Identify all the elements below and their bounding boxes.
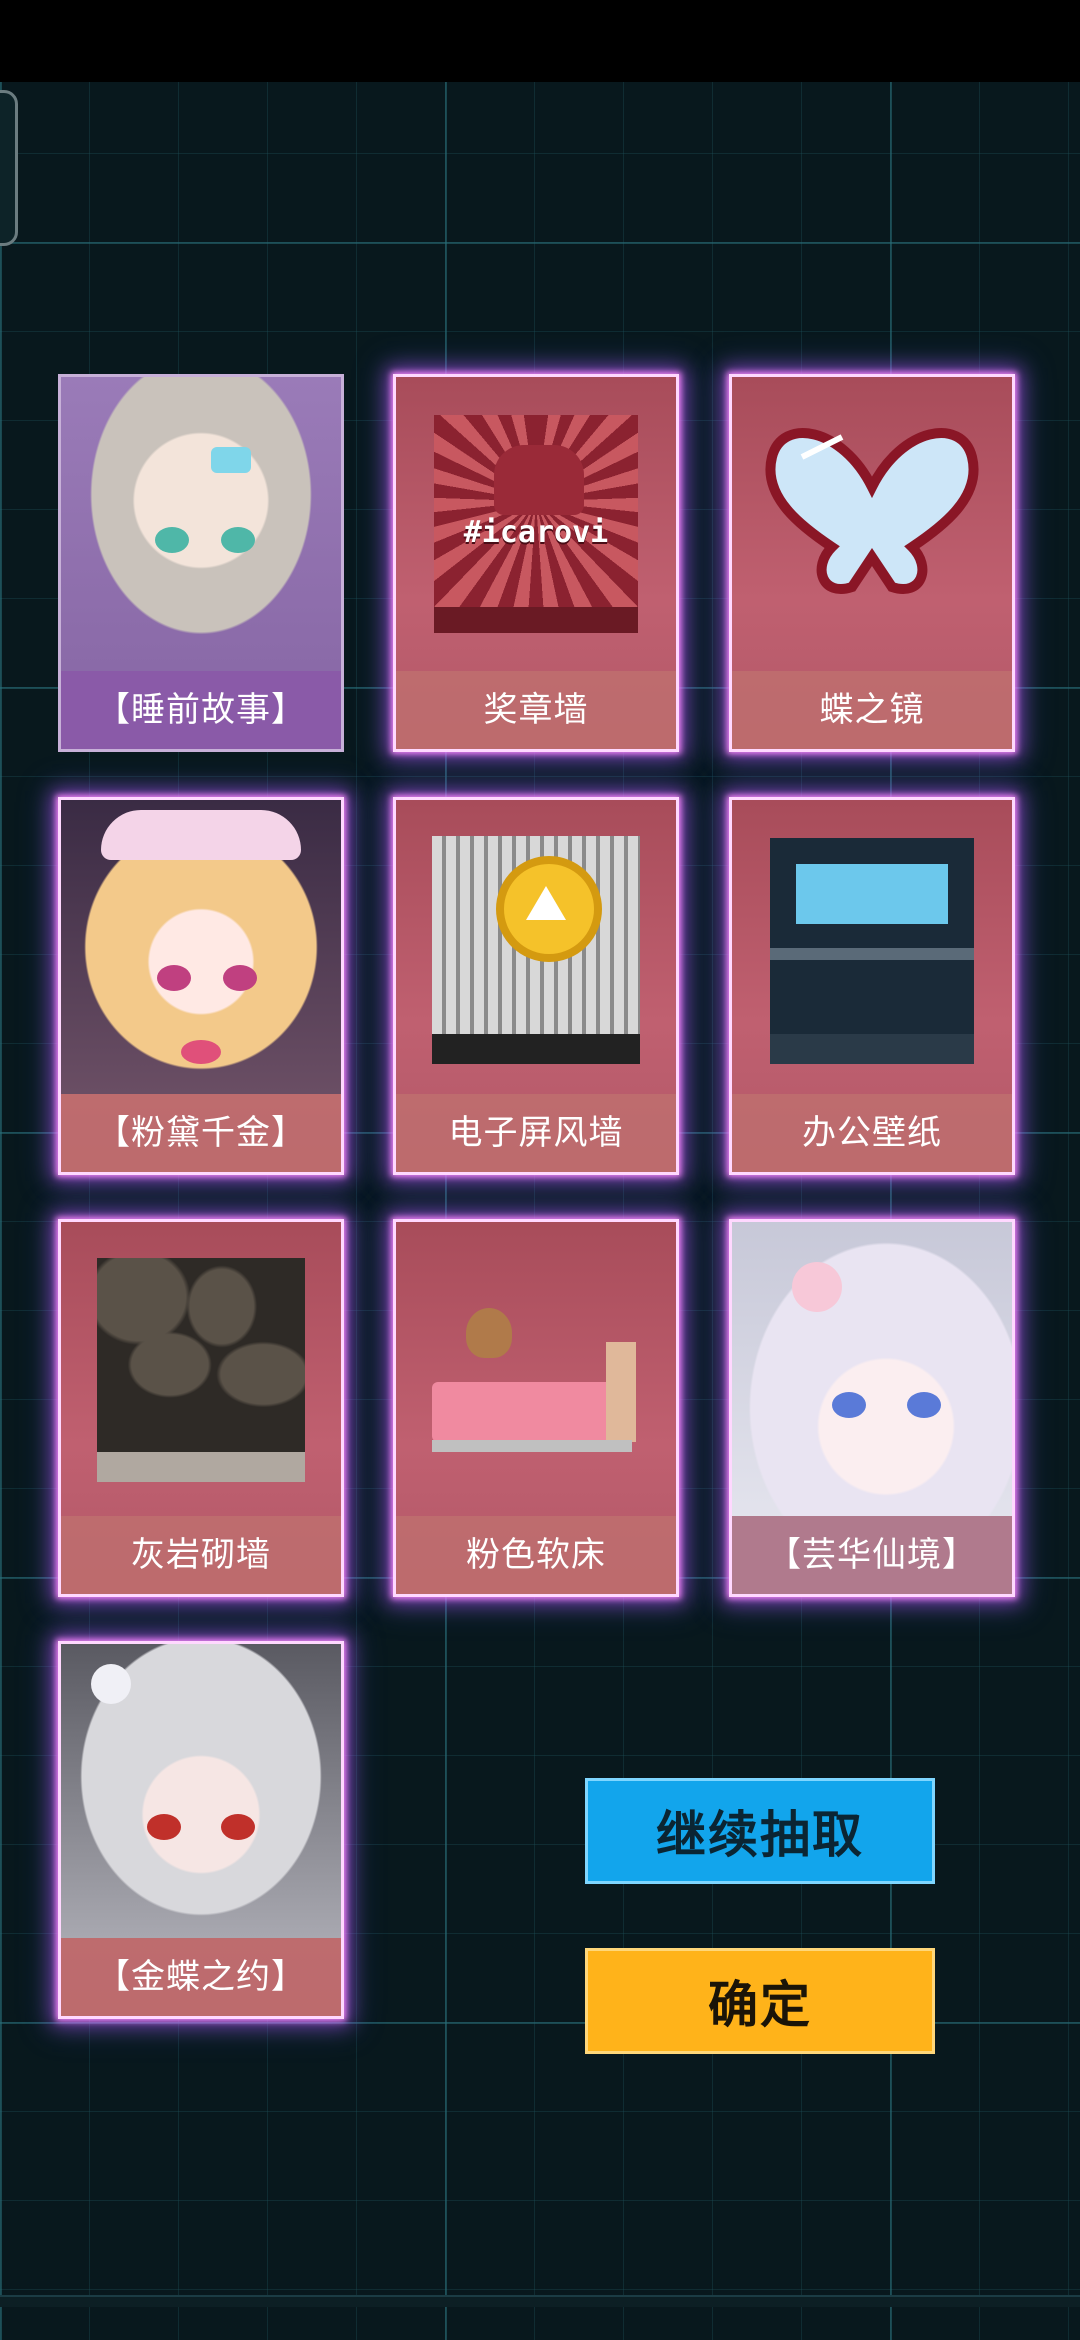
character-portrait-icon: [61, 377, 341, 671]
reward-card-screen-wall[interactable]: 电子屏风墙: [393, 797, 679, 1175]
bottom-divider: [0, 2295, 1080, 2307]
office-wallpaper-icon: [732, 800, 1012, 1094]
continue-draw-button[interactable]: 继续抽取: [585, 1778, 935, 1884]
card-label: 奖章墙: [396, 671, 676, 749]
screen-wall-icon: [396, 800, 676, 1094]
character-portrait-icon: [61, 800, 341, 1094]
reward-card-office-wallpaper[interactable]: 办公壁纸: [729, 797, 1015, 1175]
card-label: 【粉黛千金】: [61, 1094, 341, 1172]
side-panel-handle[interactable]: [0, 90, 18, 246]
medal-wall-icon: #icarovi: [396, 377, 676, 671]
reward-card-pink-bed[interactable]: 粉色软床: [393, 1219, 679, 1597]
reward-card-stone-wall[interactable]: 灰岩砌墙: [58, 1219, 344, 1597]
confirm-button[interactable]: 确定: [585, 1948, 935, 2054]
reward-card-golden-butterfly[interactable]: 【金蝶之约】: [58, 1641, 344, 2019]
card-label: 灰岩砌墙: [61, 1516, 341, 1594]
card-label: 【芸华仙境】: [732, 1516, 1012, 1594]
card-label: 电子屏风墙: [396, 1094, 676, 1172]
stone-wall-icon: [61, 1222, 341, 1516]
card-label: 办公壁纸: [732, 1094, 1012, 1172]
reward-card-pink-heiress[interactable]: 【粉黛千金】: [58, 797, 344, 1175]
reward-card-fairyland[interactable]: 【芸华仙境】: [729, 1219, 1015, 1597]
card-label: 【金蝶之约】: [61, 1938, 341, 2016]
pink-bed-icon: [396, 1222, 676, 1516]
card-label: 粉色软床: [396, 1516, 676, 1594]
reward-card-medal-wall[interactable]: #icarovi 奖章墙: [393, 374, 679, 752]
gacha-result-screen: 【睡前故事】 #icarovi 奖章墙 蝶之镜 【粉黛千金】 电子屏风墙 办公壁…: [0, 0, 1080, 2340]
icarovi-text: #icarovi: [463, 515, 609, 550]
card-label: 【睡前故事】: [61, 671, 341, 749]
card-label: 蝶之镜: [732, 671, 1012, 749]
reward-card-butterfly-mirror[interactable]: 蝶之镜: [729, 374, 1015, 752]
butterfly-mirror-icon: [732, 377, 1012, 671]
character-portrait-icon: [61, 1644, 341, 1938]
reward-card-bedtime-story[interactable]: 【睡前故事】: [58, 374, 344, 752]
